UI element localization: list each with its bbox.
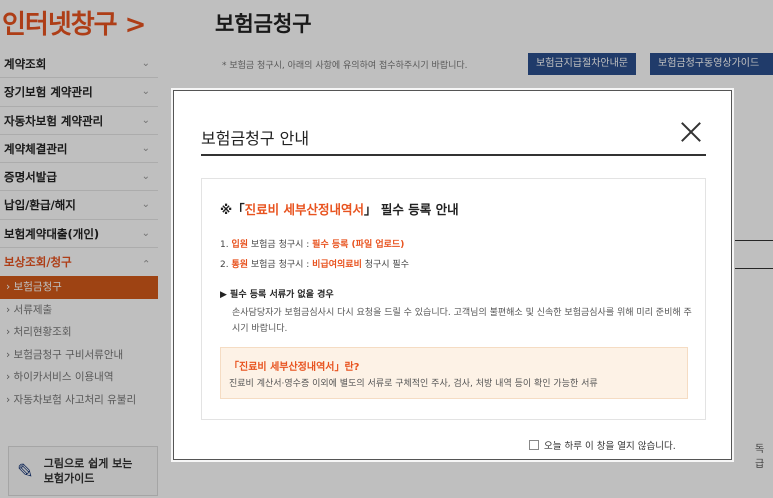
outpatient-rule: 2. 통원 보험금 청구시 : 비급여의료비 청구시 필수 [220,260,409,270]
info-box: ※「진료비 세부산정내역서」 필수 등록 안내 1. 입원 보험금 청구시 : … [201,178,706,420]
modal-title: 보험금청구 안내 [201,129,310,148]
dont-show-today[interactable]: 오늘 하루 이 창을 열지 않습니다. [529,438,676,452]
dont-show-label: 오늘 하루 이 창을 열지 않습니다. [544,441,676,452]
close-icon[interactable] [678,119,704,145]
claim-guide-modal: 보험금청구 안내 ※「진료비 세부산정내역서」 필수 등록 안내 1. 입원 보… [171,88,734,462]
callout-title: 「진료비 세부산정내역서」란? [229,362,360,373]
title-divider [201,154,706,156]
callout-body: 진료비 계산서·영수증 이외에 별도의 서류로 구체적인 주사, 검사, 처방 … [229,379,598,389]
missing-doc-title: ▶ 필수 등록 서류가 없을 경우 [220,290,334,300]
required-doc-heading: ※「진료비 세부산정내역서」 필수 등록 안내 [220,202,459,217]
dont-show-checkbox[interactable] [529,440,539,450]
definition-callout: 「진료비 세부산정내역서」란? 진료비 계산서·영수증 이외에 별도의 서류로 … [220,347,688,399]
inpatient-rule: 1. 입원 보험금 청구시 : 필수 등록 (파일 업로드) [220,240,405,250]
missing-doc-body: 손사담당자가 보험금심사시 다시 요청을 드릴 수 있습니다. 고객님의 불편해… [232,308,692,334]
